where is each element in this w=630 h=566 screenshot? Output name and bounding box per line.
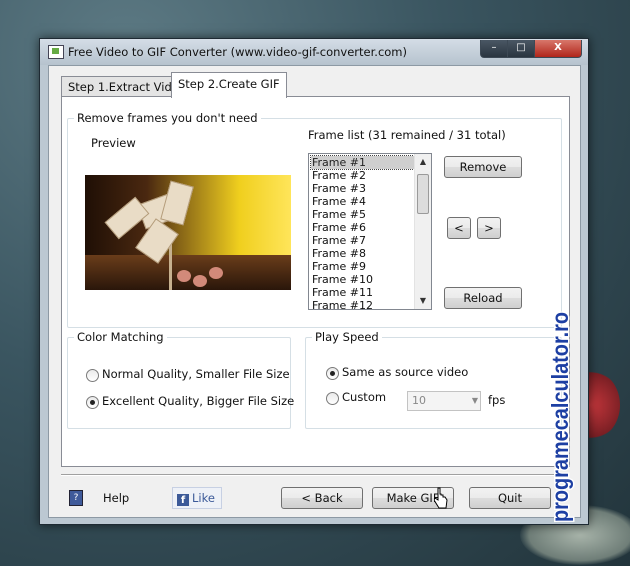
minimize-button[interactable]: –	[480, 40, 508, 58]
chevron-down-icon: ▼	[471, 396, 478, 405]
preview-flower	[193, 275, 207, 287]
preview-label: Preview	[91, 136, 136, 150]
facebook-like-button[interactable]: f Like	[172, 487, 222, 509]
list-item[interactable]: Frame #7	[311, 234, 414, 247]
list-item[interactable]: Frame #5	[311, 208, 414, 221]
list-item[interactable]: Frame #1	[310, 155, 415, 170]
footer-divider	[61, 474, 568, 476]
window-title: Free Video to GIF Converter (www.video-g…	[68, 45, 407, 59]
like-label: Like	[192, 491, 215, 505]
help-book-icon[interactable]: ?	[69, 490, 83, 506]
same-as-source-label[interactable]: Same as source video	[342, 365, 468, 379]
watermark-text: programecalculator.ro	[548, 312, 573, 522]
tab-create-gif[interactable]: Step 2.Create GIF	[171, 72, 287, 98]
close-button[interactable]: X	[534, 40, 582, 58]
scroll-down-arrow-icon[interactable]: ▼	[415, 293, 431, 309]
color-matching-group: Color Matching Normal Quality, Smaller F…	[67, 330, 294, 429]
custom-speed-label[interactable]: Custom	[342, 390, 386, 404]
excellent-quality-radio[interactable]	[86, 396, 99, 409]
list-item[interactable]: Frame #3	[311, 182, 414, 195]
frame-listbox[interactable]: Frame #1 Frame #2 Frame #3 Frame #4 Fram…	[308, 153, 432, 310]
previous-frame-button[interactable]: <	[447, 217, 471, 239]
app-window: Free Video to GIF Converter (www.video-g…	[39, 38, 589, 525]
preview-flower	[177, 270, 191, 282]
list-item[interactable]: Frame #10	[311, 273, 414, 286]
custom-speed-radio[interactable]	[326, 392, 339, 405]
play-speed-group: Play Speed Same as source video Custom 1…	[305, 330, 562, 429]
normal-quality-label[interactable]: Normal Quality, Smaller File Size	[102, 367, 290, 381]
excellent-quality-label[interactable]: Excellent Quality, Bigger File Size	[102, 394, 294, 408]
frame-preview-image	[85, 175, 291, 290]
scroll-up-arrow-icon[interactable]: ▲	[415, 154, 431, 170]
same-as-source-radio[interactable]	[326, 367, 339, 380]
reload-button[interactable]: Reload	[444, 287, 522, 309]
client-area: Step 1.Extract Video Step 2.Create GIF R…	[48, 65, 581, 518]
frame-list-scrollbar[interactable]: ▲ ▼	[414, 154, 431, 309]
preview-flower	[209, 267, 223, 279]
app-icon	[48, 45, 64, 59]
help-link[interactable]: Help	[103, 491, 129, 505]
list-item[interactable]: Frame #6	[311, 221, 414, 234]
back-button[interactable]: < Back	[281, 487, 363, 509]
fps-value: 10	[412, 394, 426, 407]
maximize-button[interactable]: □	[507, 40, 535, 58]
fps-dropdown[interactable]: 10 ▼	[407, 391, 481, 411]
play-speed-legend: Play Speed	[312, 330, 382, 344]
remove-frames-group: Remove frames you don't need Preview Fra…	[67, 111, 562, 328]
list-item[interactable]: Frame #11	[311, 286, 414, 299]
mouse-cursor-icon	[434, 487, 448, 509]
list-item[interactable]: Frame #2	[311, 169, 414, 182]
list-item[interactable]: Frame #12	[311, 299, 414, 309]
scroll-thumb[interactable]	[417, 174, 429, 214]
title-bar[interactable]: Free Video to GIF Converter (www.video-g…	[40, 39, 588, 65]
remove-frames-legend: Remove frames you don't need	[74, 111, 261, 125]
site-watermark: programecalculator.ro	[548, 311, 575, 524]
color-matching-legend: Color Matching	[74, 330, 167, 344]
fps-unit-label: fps	[488, 393, 506, 407]
preview-blade	[160, 180, 194, 226]
remove-button[interactable]: Remove	[444, 156, 522, 178]
list-item[interactable]: Frame #9	[311, 260, 414, 273]
tab-page-create-gif: Remove frames you don't need Preview Fra…	[61, 96, 570, 467]
list-item[interactable]: Frame #4	[311, 195, 414, 208]
frame-list-title: Frame list (31 remained / 31 total)	[308, 128, 506, 142]
quit-button[interactable]: Quit	[469, 487, 551, 509]
facebook-icon: f	[177, 494, 189, 506]
list-item[interactable]: Frame #8	[311, 247, 414, 260]
next-frame-button[interactable]: >	[477, 217, 501, 239]
normal-quality-radio[interactable]	[86, 369, 99, 382]
